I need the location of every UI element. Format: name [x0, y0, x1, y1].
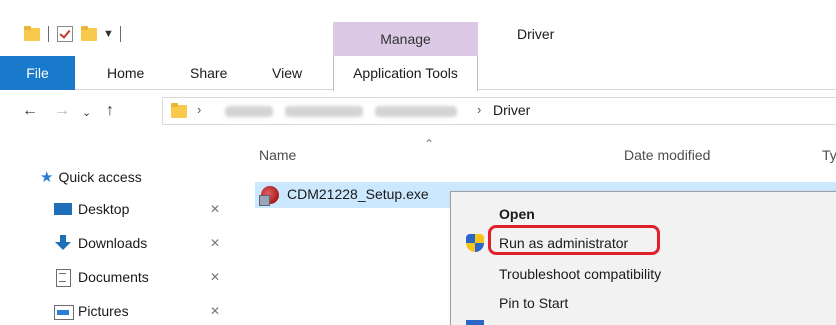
breadcrumb-chevron-icon[interactable]: › — [477, 102, 481, 117]
forward-arrow-icon[interactable]: → — [54, 101, 70, 121]
tab-application-tools[interactable]: Application Tools — [333, 56, 478, 91]
manage-contextual-tab[interactable]: Manage — [333, 22, 478, 56]
menu-item-icon-partial — [466, 320, 484, 325]
highlight-annotation — [488, 225, 660, 255]
redacted-path-segment — [225, 106, 273, 117]
navigation-pane: ★ Quick access Desktop ✕ Downloads ✕ Doc… — [0, 131, 245, 325]
folder-icon — [171, 103, 187, 119]
pin-icon[interactable]: ✕ — [210, 202, 220, 216]
tab-home[interactable]: Home — [107, 56, 144, 90]
nav-item-pictures[interactable]: Pictures — [54, 299, 129, 323]
tab-view[interactable]: View — [272, 56, 302, 90]
pin-icon[interactable]: ✕ — [210, 304, 220, 318]
context-menu: Open Run as administrator Troubleshoot c… — [450, 191, 836, 325]
uac-shield-icon — [466, 234, 484, 252]
properties-icon[interactable] — [57, 26, 73, 42]
pin-icon[interactable]: ✕ — [210, 270, 220, 284]
breadcrumb-current[interactable]: Driver — [493, 102, 530, 118]
back-arrow-icon[interactable]: ← — [22, 101, 38, 121]
nav-item-documents[interactable]: Documents — [54, 265, 149, 289]
pictures-icon — [54, 303, 74, 320]
tab-file[interactable]: File — [0, 56, 75, 90]
breadcrumb-chevron-icon[interactable]: › — [197, 102, 201, 117]
quick-access-toolbar: ▼ — [24, 22, 129, 46]
nav-label: Quick access — [58, 169, 142, 185]
up-arrow-icon[interactable]: ↑ — [106, 101, 114, 121]
new-folder-icon[interactable] — [81, 26, 97, 42]
nav-label: Downloads — [78, 235, 148, 251]
star-icon: ★ — [40, 169, 54, 186]
address-bar-row: ← → ⌄ ↑ › › Driver — [0, 91, 836, 131]
redacted-path-segment — [375, 106, 457, 117]
menu-item-pin-to-start[interactable]: Pin to Start — [499, 292, 568, 314]
tab-share[interactable]: Share — [190, 56, 227, 90]
folder-icon[interactable] — [24, 26, 40, 42]
desktop-icon — [54, 201, 72, 217]
toolbar-separator — [48, 26, 49, 42]
title-bar: ▼ Manage Driver — [0, 0, 836, 56]
customize-toolbar-icon[interactable]: ▼ — [103, 28, 114, 40]
pin-icon[interactable]: ✕ — [210, 236, 220, 250]
redacted-path-segment — [285, 106, 363, 117]
nav-quick-access[interactable]: ★ Quick access — [40, 165, 142, 189]
nav-item-desktop[interactable]: Desktop — [54, 197, 129, 221]
recent-locations-chevron-icon[interactable]: ⌄ — [82, 103, 91, 123]
sort-ascending-icon: ⌃ — [424, 137, 435, 151]
downloads-icon — [54, 235, 72, 251]
documents-icon — [54, 269, 72, 287]
file-name: CDM21228_Setup.exe — [287, 186, 429, 202]
menu-item-troubleshoot-compatibility[interactable]: Troubleshoot compatibility — [499, 263, 661, 285]
nav-label: Documents — [78, 269, 149, 285]
nav-label: Pictures — [78, 303, 129, 319]
address-box[interactable]: › › Driver — [162, 97, 836, 125]
nav-item-downloads[interactable]: Downloads — [54, 231, 147, 255]
nav-label: Desktop — [78, 201, 130, 217]
installer-exe-icon — [259, 186, 279, 206]
window-title: Driver — [517, 26, 555, 42]
menu-item-open[interactable]: Open — [499, 203, 535, 225]
toolbar-separator — [119, 26, 121, 42]
